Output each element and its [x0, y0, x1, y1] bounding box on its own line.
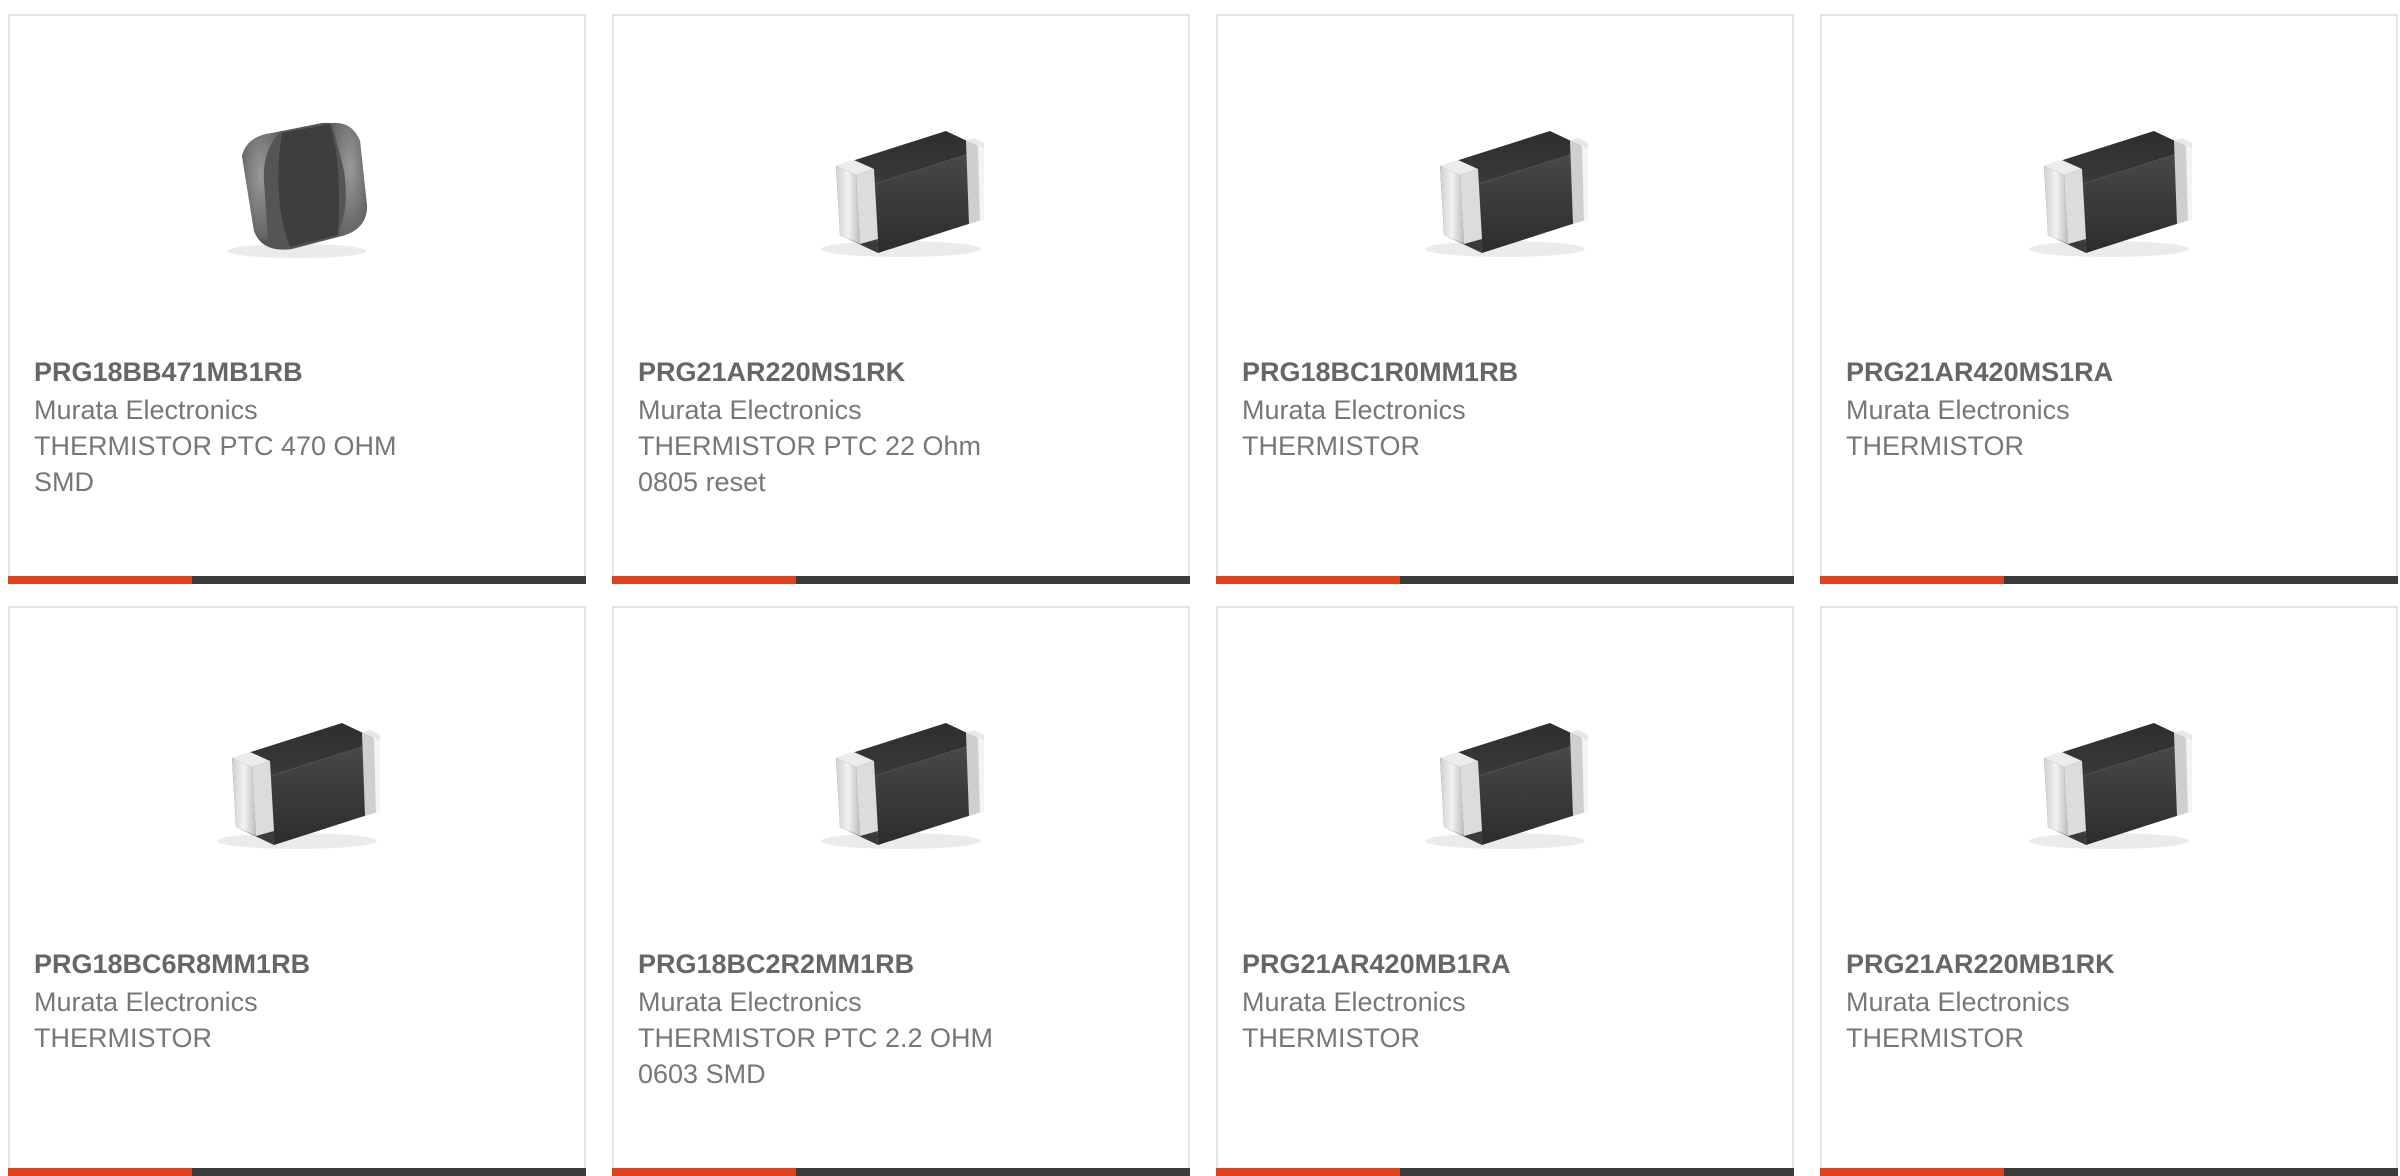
product-card[interactable]: PRG18BC1R0MM1RB Murata Electronics THERMIS… — [1216, 14, 1794, 584]
product-description: THERMISTOR — [1242, 431, 1421, 461]
manufacturer: Murata Electronics — [638, 395, 862, 425]
manufacturer: Murata Electronics — [1242, 987, 1466, 1017]
product-card[interactable]: PRG18BB471MB1RB Murata Electronics THERMIS… — [8, 14, 586, 584]
smd-chip-icon — [2014, 703, 2204, 853]
card-footer-bar — [612, 1168, 1190, 1176]
part-number-link[interactable]: PRG21AR420MS1RA — [1846, 354, 2372, 390]
product-card[interactable]: PRG21AR420MS1RA Murata Electronics THERMIS… — [1820, 14, 2398, 584]
product-description: THERMISTOR PTC 470 OHM SMD — [34, 431, 397, 497]
product-info: PRG21AR420MS1RA Murata Electronics THERMIS… — [1846, 354, 2372, 464]
product-info: PRG18BC2R2MM1RB Murata Electronics THERMIS… — [638, 946, 1164, 1092]
card-footer-bar — [1820, 1168, 2398, 1176]
product-card[interactable]: PRG18BC2R2MM1RB Murata Electronics THERMIS… — [612, 606, 1190, 1176]
product-image[interactable] — [1405, 86, 1605, 286]
part-number-link[interactable]: PRG18BB471MB1RB — [34, 354, 560, 390]
card-accent-bar — [8, 576, 192, 584]
manufacturer: Murata Electronics — [34, 395, 258, 425]
smd-chip-icon — [1410, 703, 1600, 853]
manufacturer: Murata Electronics — [638, 987, 862, 1017]
product-info: PRG21AR420MB1RA Murata Electronics THERMIS… — [1242, 946, 1768, 1056]
product-card[interactable]: PRG21AR420MB1RA Murata Electronics THERMIS… — [1216, 606, 1794, 1176]
product-description: THERMISTOR PTC 22 Ohm 0805 reset — [638, 431, 982, 497]
product-grid: PRG18BB471MB1RB Murata Electronics THERMIS… — [8, 14, 2400, 1176]
manufacturer: Murata Electronics — [1846, 987, 2070, 1017]
product-image[interactable] — [801, 678, 1001, 878]
smd-chip-icon — [1410, 111, 1600, 261]
product-card[interactable]: PRG18BC6R8MM1RB Murata Electronics THERMIS… — [8, 606, 586, 1176]
card-footer-bar — [8, 1168, 586, 1176]
product-description: THERMISTOR — [1846, 431, 2025, 461]
product-info: PRG21AR220MS1RK Murata Electronics THERMIS… — [638, 354, 1164, 500]
product-image[interactable] — [197, 678, 397, 878]
smd-chip-round-icon — [202, 111, 392, 261]
product-image[interactable] — [2009, 86, 2209, 286]
product-description: THERMISTOR — [1242, 1023, 1421, 1053]
card-accent-bar — [1216, 1168, 1400, 1176]
product-info: PRG18BB471MB1RB Murata Electronics THERMIS… — [34, 354, 560, 500]
product-info: PRG21AR220MB1RK Murata Electronics THERMIS… — [1846, 946, 2372, 1056]
manufacturer: Murata Electronics — [1242, 395, 1466, 425]
product-image[interactable] — [801, 86, 1001, 286]
part-number-link[interactable]: PRG18BC2R2MM1RB — [638, 946, 1164, 982]
manufacturer: Murata Electronics — [1846, 395, 2070, 425]
smd-chip-icon — [806, 703, 996, 853]
card-accent-bar — [612, 1168, 796, 1176]
product-image[interactable] — [1405, 678, 1605, 878]
card-accent-bar — [612, 576, 796, 584]
part-number-link[interactable]: PRG18BC6R8MM1RB — [34, 946, 560, 982]
product-card[interactable]: PRG21AR220MS1RK Murata Electronics THERMIS… — [612, 14, 1190, 584]
card-accent-bar — [8, 1168, 192, 1176]
product-card[interactable]: PRG21AR220MB1RK Murata Electronics THERMIS… — [1820, 606, 2398, 1176]
product-description: THERMISTOR — [1846, 1023, 2025, 1053]
part-number-link[interactable]: PRG18BC1R0MM1RB — [1242, 354, 1768, 390]
manufacturer: Murata Electronics — [34, 987, 258, 1017]
smd-chip-icon — [2014, 111, 2204, 261]
product-image[interactable] — [197, 86, 397, 286]
product-description: THERMISTOR PTC 2.2 OHM 0603 SMD — [638, 1023, 994, 1089]
product-description: THERMISTOR — [34, 1023, 213, 1053]
part-number-link[interactable]: PRG21AR220MB1RK — [1846, 946, 2372, 982]
card-accent-bar — [1216, 576, 1400, 584]
card-footer-bar — [1216, 1168, 1794, 1176]
card-footer-bar — [1820, 576, 2398, 584]
card-accent-bar — [1820, 1168, 2004, 1176]
product-info: PRG18BC6R8MM1RB Murata Electronics THERMIS… — [34, 946, 560, 1056]
product-image[interactable] — [2009, 678, 2209, 878]
card-accent-bar — [1820, 576, 2004, 584]
card-footer-bar — [8, 576, 586, 584]
card-footer-bar — [612, 576, 1190, 584]
smd-chip-icon — [202, 703, 392, 853]
card-footer-bar — [1216, 576, 1794, 584]
smd-chip-icon — [806, 111, 996, 261]
part-number-link[interactable]: PRG21AR420MB1RA — [1242, 946, 1768, 982]
part-number-link[interactable]: PRG21AR220MS1RK — [638, 354, 1164, 390]
product-info: PRG18BC1R0MM1RB Murata Electronics THERMIS… — [1242, 354, 1768, 464]
